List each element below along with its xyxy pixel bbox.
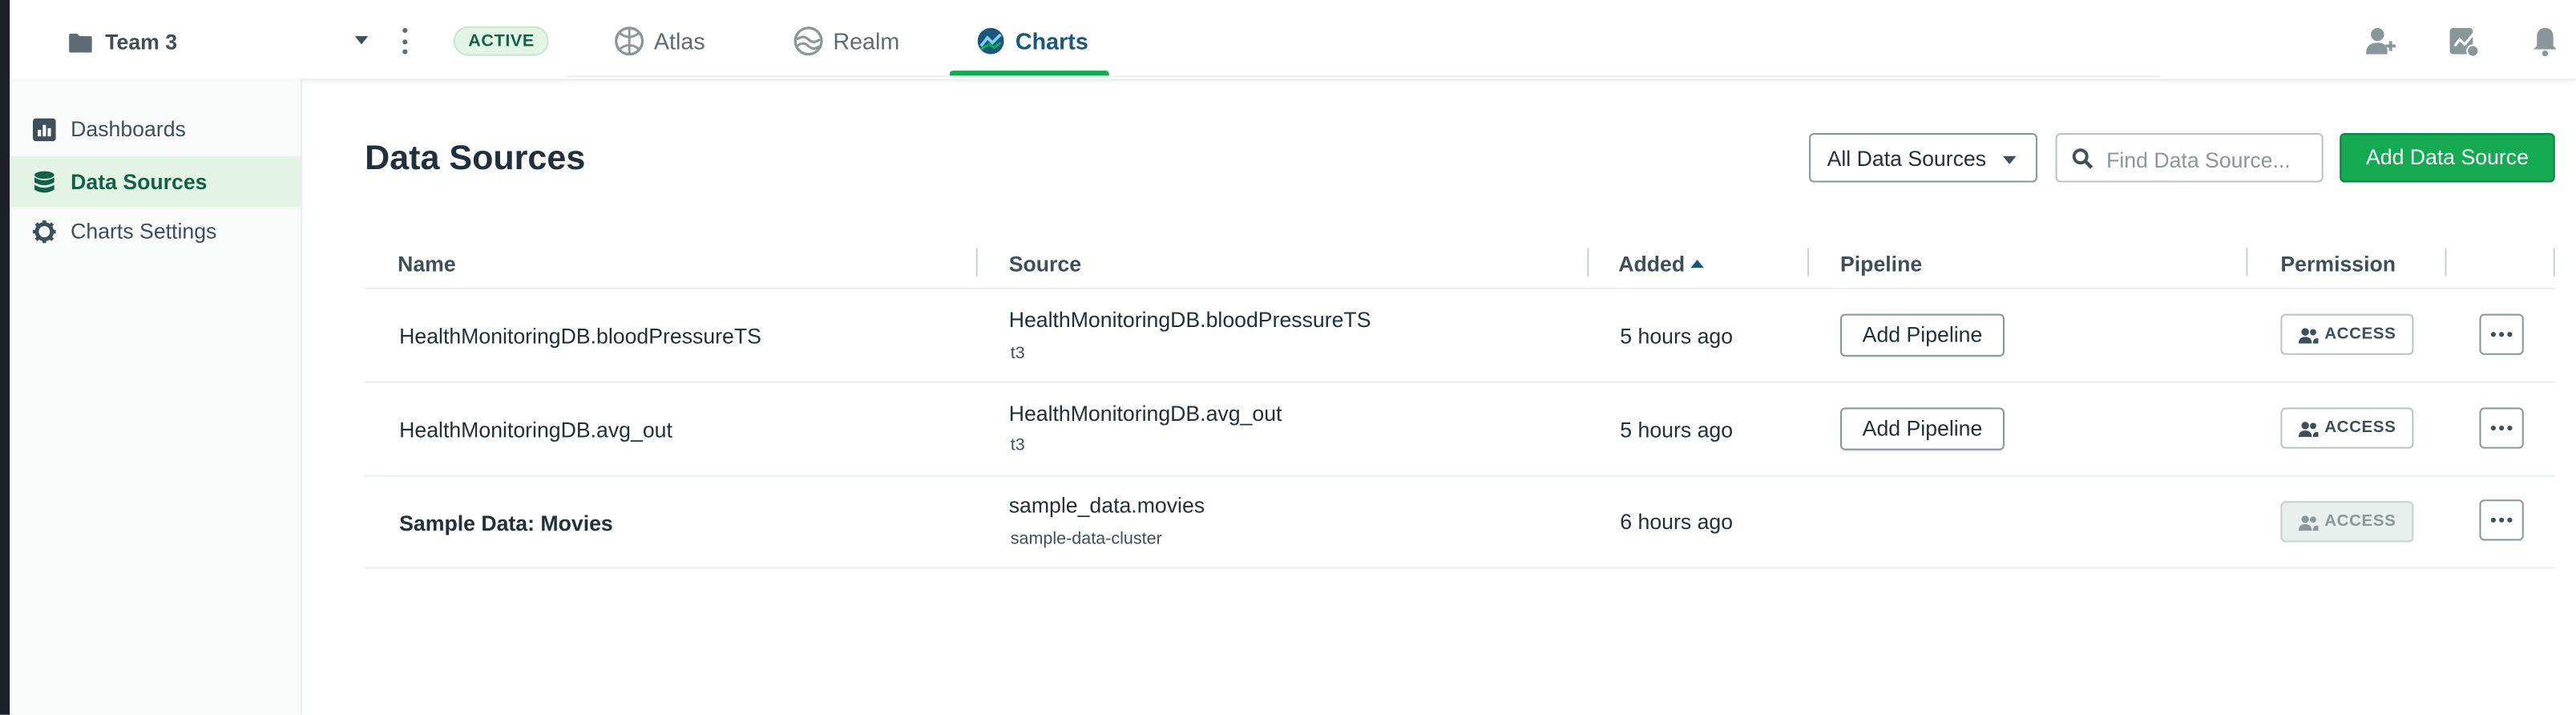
sidebar-item-label: Dashboards [71, 116, 186, 142]
users-icon [2298, 421, 2319, 437]
activity-feed-icon[interactable] [2446, 25, 2480, 58]
more-vertical-icon[interactable] [401, 27, 407, 55]
window-edge [0, 0, 10, 715]
row-divider [365, 475, 2555, 477]
sidebar-item-label: Charts Settings [71, 218, 217, 244]
bell-icon[interactable] [2529, 25, 2562, 58]
tab-label: Charts [1015, 27, 1088, 55]
charts-icon [977, 27, 1004, 55]
top-nav: Team 3 ACTIVE Atlas Realm Charts [10, 0, 2576, 81]
row-divider [365, 567, 2555, 569]
tab-divider [567, 75, 2161, 78]
table-divider [365, 287, 2555, 289]
row-source: HealthMonitoringDB.bloodPressureTS [1008, 307, 1371, 333]
search-input[interactable] [2103, 135, 2324, 184]
users-icon [2298, 327, 2319, 343]
access-button[interactable]: ACCESS [2280, 407, 2414, 449]
row-cluster: t3 [1010, 435, 1025, 455]
access-label: ACCESS [2324, 418, 2396, 438]
column-divider[interactable] [1587, 248, 1589, 277]
row-source: HealthMonitoringDB.avg_out [1008, 401, 1282, 426]
column-header-pipeline[interactable]: Pipeline [1840, 252, 1922, 277]
realm-icon [793, 26, 823, 56]
folder-icon [69, 33, 92, 52]
gear-icon [33, 219, 56, 243]
column-divider[interactable] [1807, 248, 1810, 277]
sidebar: Dashboards Data Sources Charts Settings [10, 79, 303, 715]
add-data-source-button[interactable]: Add Data Source [2340, 133, 2555, 183]
row-name: HealthMonitoringDB.bloodPressureTS [399, 323, 761, 349]
add-pipeline-button[interactable]: Add Pipeline [1840, 313, 2005, 357]
column-header-added[interactable]: Added [1618, 251, 1705, 277]
more-options-button[interactable] [2479, 313, 2524, 355]
row-cluster: sample-data-cluster [1010, 529, 1162, 549]
chevron-down-icon [2002, 156, 2017, 164]
data-source-filter-select[interactable]: All Data Sources [1809, 133, 2037, 183]
sidebar-item-dashboards[interactable]: Dashboards [10, 103, 301, 155]
tab-charts[interactable]: Charts [976, 26, 1088, 56]
row-name: Sample Data: Movies [399, 511, 613, 536]
invite-user-icon[interactable] [2364, 25, 2397, 58]
more-options-button[interactable] [2479, 407, 2524, 449]
add-pipeline-button[interactable]: Add Pipeline [1840, 407, 2005, 450]
row-added: 5 hours ago [1620, 417, 1734, 442]
access-label: ACCESS [2324, 512, 2396, 531]
access-button[interactable]: ACCESS [2280, 313, 2414, 355]
sidebar-item-data-sources[interactable]: Data Sources [10, 156, 301, 208]
dashboard-icon [33, 117, 56, 141]
sort-ascending-icon [1691, 259, 1705, 269]
tab-realm[interactable]: Realm [793, 26, 899, 56]
search-box[interactable] [2055, 133, 2324, 184]
more-options-button[interactable] [2479, 499, 2524, 541]
column-header-label: Added [1618, 251, 1686, 277]
access-label: ACCESS [2324, 325, 2396, 344]
tab-label: Realm [833, 27, 900, 55]
database-icon [34, 170, 55, 192]
column-header-source[interactable]: Source [1009, 252, 1081, 277]
search-icon [2072, 148, 2094, 169]
column-header-permission[interactable]: Permission [2280, 252, 2396, 277]
atlas-icon [615, 26, 644, 56]
select-value: All Data Sources [1827, 146, 1987, 172]
tab-label: Atlas [653, 27, 705, 55]
sidebar-item-charts-settings[interactable]: Charts Settings [10, 205, 301, 257]
column-divider[interactable] [2553, 248, 2555, 277]
column-divider[interactable] [2445, 248, 2447, 277]
tab-atlas[interactable]: Atlas [615, 26, 705, 56]
column-divider[interactable] [2246, 248, 2248, 277]
row-name: HealthMonitoringDB.avg_out [399, 417, 672, 442]
row-divider [365, 381, 2555, 383]
row-cluster: t3 [1010, 343, 1025, 364]
status-badge: ACTIVE [453, 26, 550, 56]
users-icon [2298, 515, 2319, 531]
column-divider[interactable] [975, 248, 978, 277]
org-name: Team 3 [105, 29, 178, 55]
column-header-name[interactable]: Name [398, 252, 456, 277]
page-title: Data Sources [365, 139, 586, 178]
chevron-down-icon[interactable] [354, 36, 369, 45]
row-source: sample_data.movies [1008, 493, 1205, 518]
row-added: 5 hours ago [1620, 323, 1734, 349]
row-added: 6 hours ago [1620, 509, 1734, 535]
org-selector[interactable]: Team 3 [69, 30, 177, 55]
access-button: ACCESS [2280, 501, 2414, 543]
sidebar-item-label: Data Sources [71, 169, 208, 194]
